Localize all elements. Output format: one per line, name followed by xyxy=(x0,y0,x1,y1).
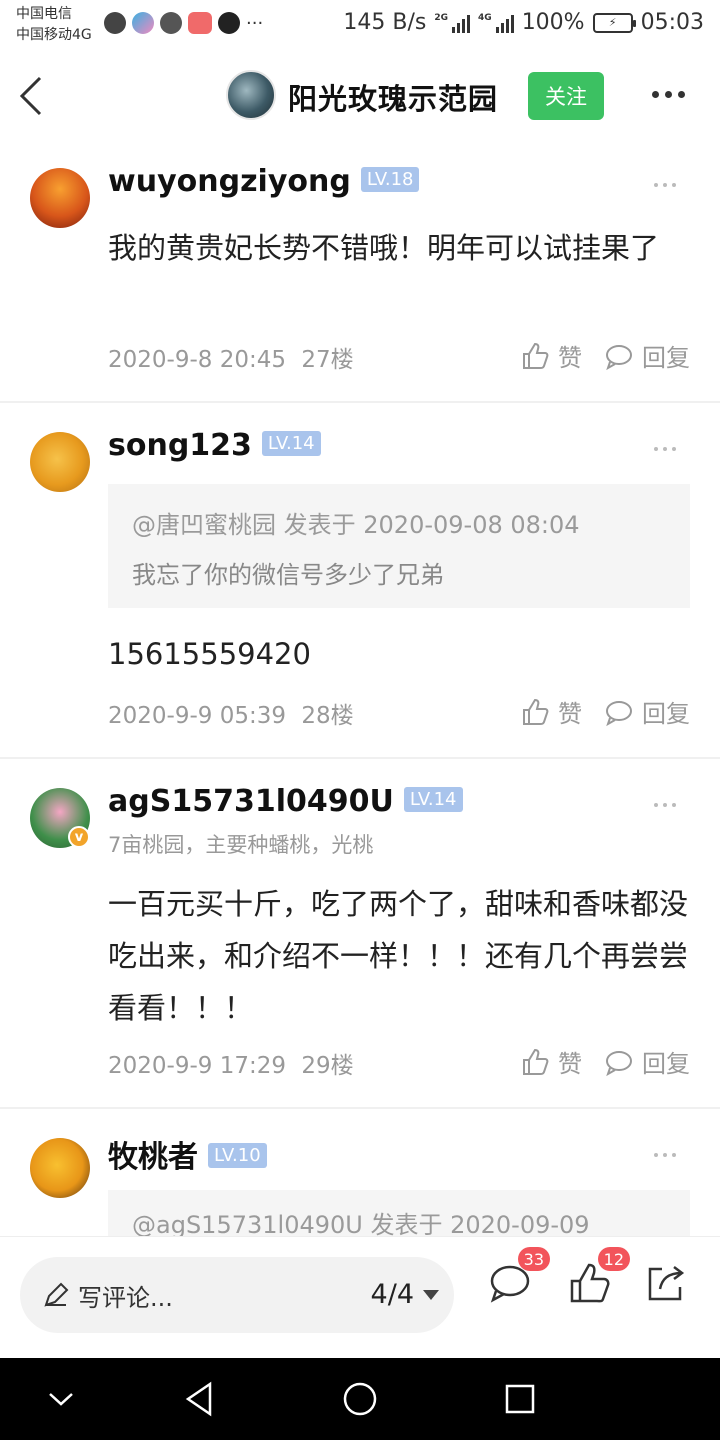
follow-button[interactable]: 关注 xyxy=(528,72,604,120)
forum-avatar[interactable] xyxy=(226,70,276,120)
post-text: 一百元买十斤，吃了两个了，甜味和香味都没吃出来，和介绍不一样！！！还有几个再尝尝… xyxy=(108,887,689,1025)
like-button[interactable]: 赞 xyxy=(520,694,582,729)
post-more-icon[interactable] xyxy=(654,444,682,454)
nav-hide-button[interactable] xyxy=(38,1376,84,1422)
signal-4g-icon: 4G xyxy=(478,13,514,33)
username[interactable]: song123 LV.14 xyxy=(108,428,321,463)
notification-icons: ··· xyxy=(104,12,263,34)
post-more-icon[interactable] xyxy=(654,180,682,190)
username[interactable]: agS15731l0490U LV.14 xyxy=(108,784,463,819)
signal-2g-icon: 2G xyxy=(434,13,471,33)
message-bubble-icon xyxy=(104,12,126,34)
more-options-icon[interactable] xyxy=(652,84,692,104)
carrier-1: 中国电信 xyxy=(16,6,72,22)
comment-placeholder: 写评论... xyxy=(78,1283,173,1312)
status-bar: 中国电信 中国移动4G ··· 145 B/s 2G 4G 100% ⚡ 05:… xyxy=(0,0,720,50)
post-meta: 2020-9-8 20:45 27楼 xyxy=(108,340,354,374)
share-button[interactable] xyxy=(642,1259,690,1307)
tiktok-icon xyxy=(218,12,240,34)
divider xyxy=(0,757,720,759)
post-meta: 2020-9-9 17:29 29楼 xyxy=(108,1046,354,1080)
floor-number: 27楼 xyxy=(301,347,354,373)
thumbs-up-icon xyxy=(523,698,549,725)
post-actions: 赞 回复 xyxy=(520,694,690,729)
triangle-back-icon xyxy=(185,1381,212,1417)
thumbs-up-icon xyxy=(523,1048,549,1075)
huawei-store-icon xyxy=(188,12,212,34)
nav-home-button[interactable] xyxy=(337,1376,383,1422)
page-selector[interactable]: 4/4 xyxy=(371,1279,440,1310)
quote-header: @唐凹蜜桃园 发表于 2020-09-08 08:04 xyxy=(132,511,580,539)
post-text: 我的黄贵妃长势不错哦！明年可以试挂果了 xyxy=(108,231,660,265)
user-bio: 7亩桃园，主要种蟠桃，光桃 xyxy=(108,833,374,857)
share-icon xyxy=(648,1266,685,1301)
comments-button[interactable]: 33 xyxy=(486,1247,550,1307)
triangle-down-icon xyxy=(423,1289,439,1300)
post-meta: 2020-9-9 05:39 28楼 xyxy=(108,696,354,730)
quoted-comment[interactable]: @唐凹蜜桃园 发表于 2020-09-08 08:04 我忘了你的微信号多少了兄… xyxy=(108,484,690,608)
post-more-icon[interactable] xyxy=(654,800,682,810)
avatar[interactable] xyxy=(30,432,90,492)
comment-input[interactable]: 写评论... 4/4 xyxy=(20,1257,454,1333)
floor-number: 28楼 xyxy=(301,703,354,729)
level-badge: LV.14 xyxy=(403,787,463,812)
divider xyxy=(0,401,720,403)
forum-title[interactable]: 阳光玫瑰示范园 xyxy=(288,76,498,118)
battery-percent: 100% xyxy=(521,10,585,35)
circle-home-icon xyxy=(343,1382,377,1416)
like-button[interactable]: 赞 xyxy=(520,338,582,373)
floor-number: 29楼 xyxy=(301,1053,354,1079)
battery-icon: ⚡ xyxy=(592,12,636,33)
page-indicator: 4/4 xyxy=(370,1279,414,1310)
verified-badge: v xyxy=(68,826,90,848)
like-post-button[interactable]: 12 xyxy=(566,1247,630,1307)
post-actions: 赞 回复 xyxy=(520,338,690,373)
nav-recents-button[interactable] xyxy=(497,1376,543,1422)
post-text: 15615559420 xyxy=(108,637,311,671)
app-swirl-icon xyxy=(132,12,154,34)
comment-icon xyxy=(606,700,632,726)
more-notifications-icon: ··· xyxy=(246,12,264,34)
reply-button[interactable]: 回复 xyxy=(604,338,690,373)
post-actions: 赞 回复 xyxy=(520,1044,690,1079)
carrier-2: 中国移动4G xyxy=(16,27,92,43)
post-more-icon[interactable] xyxy=(654,1150,682,1160)
avatar[interactable] xyxy=(30,168,90,228)
bottom-comment-bar: 写评论... 4/4 33 12 xyxy=(0,1236,720,1358)
net-speed: 145 B/s xyxy=(343,10,427,35)
quoted-comment[interactable]: @agS15731l0490U 发表于 2020-09-09 xyxy=(108,1190,690,1236)
wechat-icon xyxy=(160,12,182,34)
chevron-left-icon xyxy=(19,76,42,116)
comment-count-badge: 33 xyxy=(517,1247,550,1271)
chevron-down-icon xyxy=(49,1393,73,1406)
clock: 05:03 xyxy=(640,10,704,35)
post-date: 2020-9-9 17:29 xyxy=(108,1053,286,1079)
nav-back-button[interactable] xyxy=(178,1376,224,1422)
level-badge: LV.18 xyxy=(360,167,420,192)
post-date: 2020-9-8 20:45 xyxy=(108,347,286,373)
reply-button[interactable]: 回复 xyxy=(604,1044,690,1079)
avatar[interactable] xyxy=(30,1138,90,1198)
square-recents-icon xyxy=(505,1384,535,1414)
post-date: 2020-9-9 05:39 xyxy=(108,703,286,729)
thumbs-up-icon xyxy=(523,342,549,369)
like-count-badge: 12 xyxy=(597,1247,630,1271)
username[interactable]: 牧桃者 LV.10 xyxy=(108,1132,267,1176)
level-badge: LV.10 xyxy=(208,1143,267,1168)
comment-icon xyxy=(606,1050,632,1076)
username[interactable]: wuyongziyong LV.18 xyxy=(108,164,420,199)
carrier-info: 中国电信 中国移动4G xyxy=(16,4,92,46)
divider xyxy=(0,1107,720,1109)
pencil-icon xyxy=(44,1282,69,1307)
like-button[interactable]: 赞 xyxy=(520,1044,582,1079)
quote-header: @agS15731l0490U 发表于 2020-09-09 xyxy=(132,1211,590,1236)
back-button[interactable] xyxy=(14,72,54,120)
top-nav: 阳光玫瑰示范园 关注 xyxy=(0,56,720,136)
comment-icon xyxy=(606,344,632,370)
level-badge: LV.14 xyxy=(261,431,321,456)
reply-button[interactable]: 回复 xyxy=(604,694,690,729)
status-right: 145 B/s 2G 4G 100% ⚡ 05:03 xyxy=(343,10,704,35)
quote-text: 我忘了你的微信号多少了兄弟 xyxy=(132,561,444,589)
system-nav-bar xyxy=(0,1358,720,1440)
